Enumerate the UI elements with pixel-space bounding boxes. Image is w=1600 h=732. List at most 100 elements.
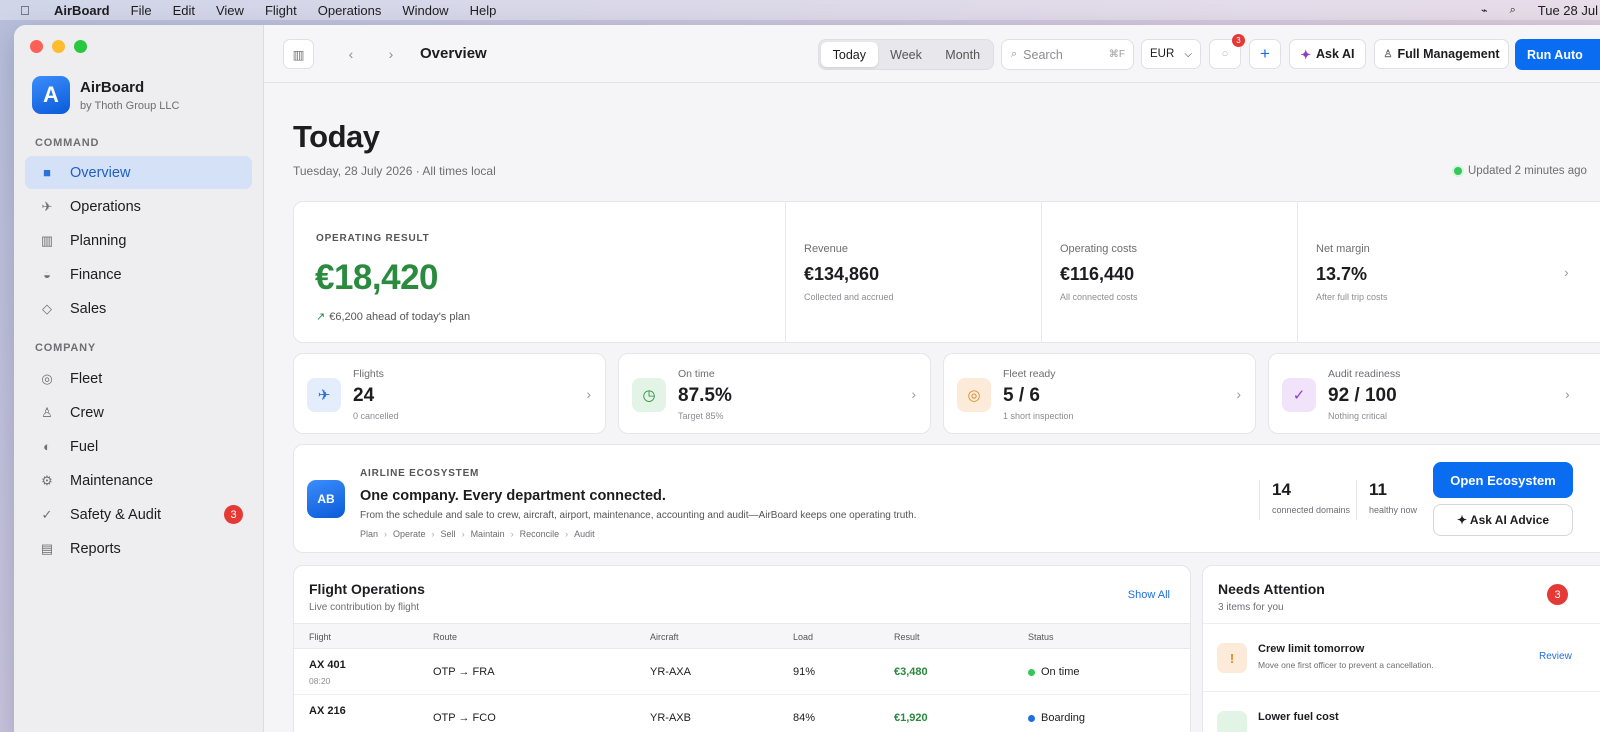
- ecosystem-logo: AB: [307, 480, 345, 518]
- flight-operations-card: Flight Operations Live contribution by f…: [293, 565, 1191, 732]
- show-all-link[interactable]: Show All: [1128, 589, 1170, 601]
- review-link[interactable]: Review: [1539, 651, 1572, 662]
- updated-text: Updated 2 minutes ago: [1468, 165, 1587, 177]
- col-result[interactable]: Result: [894, 632, 920, 642]
- sidebar-item-planning[interactable]: ▥ Planning: [25, 224, 252, 257]
- segment-today[interactable]: Today: [821, 42, 878, 67]
- run-button[interactable]: Run Auto: [1515, 39, 1600, 70]
- notification-count: 3: [1232, 34, 1245, 47]
- toolbar-title: Overview: [420, 45, 487, 62]
- ecosystem-desc: From the schedule and sale to crew, airc…: [360, 510, 917, 521]
- menu-window[interactable]: Window: [402, 3, 448, 18]
- sidebar-item-label: Fuel: [70, 438, 99, 455]
- col-load[interactable]: Load: [793, 632, 813, 642]
- sidebar-item-fuel[interactable]: ◐ Fuel: [25, 430, 252, 463]
- kpi-sub: 1 short inspection: [1003, 411, 1074, 421]
- kpi-value: 92 / 100: [1328, 385, 1397, 406]
- document-icon: ▤: [40, 540, 54, 556]
- main-content: Today Tuesday, 28 July 2026 · All times …: [264, 83, 1600, 732]
- currency-select[interactable]: EUR ⌵: [1141, 39, 1201, 69]
- control-center-icon[interactable]: ⌁: [1481, 4, 1488, 17]
- window-controls: [30, 40, 87, 53]
- menu-view[interactable]: View: [216, 3, 244, 18]
- col-flight[interactable]: Flight: [309, 632, 331, 642]
- sparkle-icon: ✦: [1300, 47, 1312, 62]
- flight-route: OTP → FCO: [433, 712, 496, 724]
- sidebar-item-operations[interactable]: ✈ Operations: [25, 190, 252, 223]
- menu-app[interactable]: AirBoard: [54, 3, 110, 18]
- search-placeholder: Search: [1023, 47, 1063, 62]
- attention-item[interactable]: ! Crew limit tomorrow Move one first off…: [1203, 624, 1600, 692]
- col-aircraft[interactable]: Aircraft: [650, 632, 679, 642]
- plane-icon: ✈: [307, 378, 341, 412]
- menu-operations[interactable]: Operations: [318, 3, 382, 18]
- kpi-sub: Target 85%: [678, 411, 724, 421]
- menu-edit[interactable]: Edit: [173, 3, 195, 18]
- sidebar-item-label: Crew: [70, 404, 104, 421]
- spotlight-icon[interactable]: ⌕: [1510, 4, 1516, 17]
- needs-attention-card: Needs Attention 3 items for you 3 ! Crew…: [1202, 565, 1600, 732]
- kpi-label: Fleet ready: [1003, 368, 1056, 380]
- add-button[interactable]: +: [1249, 39, 1281, 69]
- safety-badge: 3: [224, 505, 243, 524]
- segment-month[interactable]: Month: [934, 42, 991, 67]
- square-icon: ■: [43, 165, 51, 180]
- sidebar-item-sales[interactable]: ◇ Sales: [25, 292, 252, 325]
- result-label: OPERATING RESULT: [316, 233, 430, 244]
- attention-item[interactable]: Lower fuel cost: [1203, 692, 1600, 732]
- sidebar-item-crew[interactable]: ♙ Crew: [25, 396, 252, 429]
- ask-ai-advice-button[interactable]: ✦ Ask AI Advice: [1433, 504, 1573, 536]
- bell-icon: ○: [1221, 48, 1229, 60]
- minimize-window-button[interactable]: [52, 40, 65, 53]
- kpi-label: Flights: [353, 368, 384, 380]
- metric-value: 13.7%: [1316, 264, 1368, 284]
- stat-value: 14: [1272, 480, 1291, 499]
- sidebar-item-label: Planning: [70, 232, 127, 249]
- notifications-button[interactable]: ○ 3: [1209, 34, 1245, 69]
- apple-icon[interactable]: : [20, 3, 34, 18]
- kpi-fleet-ready[interactable]: ◎ Fleet ready 5 / 6 1 short inspection ›: [943, 353, 1256, 434]
- grid-icon: ▥: [40, 232, 54, 248]
- chevron-right-icon: ›: [384, 529, 388, 539]
- sidebar-toggle-button[interactable]: ▥: [283, 39, 314, 69]
- table-row[interactable]: AX 401 08:20 OTP → FRA YR-AXA 91% €3,480…: [294, 649, 1190, 695]
- back-button[interactable]: ‹: [336, 39, 366, 69]
- flight-status: Boarding: [1028, 712, 1085, 724]
- operating-result-card[interactable]: OPERATING RESULT €18,420 ↗ €6,200 ahead o…: [293, 201, 1600, 343]
- full-management-button[interactable]: ♙ Full Management: [1374, 39, 1509, 69]
- ask-ai-button[interactable]: ✦ Ask AI: [1289, 39, 1366, 69]
- kpi-flights[interactable]: ✈ Flights 24 0 cancelled ›: [293, 353, 606, 434]
- sidebar-item-finance[interactable]: ◒ Finance: [25, 258, 252, 291]
- kpi-audit-readiness[interactable]: ✓ Audit readiness 92 / 100 Nothing criti…: [1268, 353, 1600, 434]
- metric-label: Operating costs: [1060, 243, 1138, 255]
- open-ecosystem-button[interactable]: Open Ecosystem: [1433, 462, 1573, 498]
- gear-icon: ⚙: [41, 472, 53, 488]
- menu-help[interactable]: Help: [470, 3, 497, 18]
- search-input[interactable]: ⌕ Search ⌘F: [1001, 39, 1134, 70]
- result-sub-text: €6,200 ahead of today's plan: [329, 311, 471, 323]
- flight-number: AX 216: [309, 705, 346, 717]
- segment-week[interactable]: Week: [878, 42, 935, 67]
- chevron-right-icon: ›: [510, 529, 514, 539]
- sidebar-item-safety-audit[interactable]: ✓ Safety & Audit 3: [25, 498, 252, 531]
- sidebar-item-overview[interactable]: ■ Overview: [25, 156, 252, 189]
- zoom-window-button[interactable]: [74, 40, 87, 53]
- menu-clock[interactable]: Tue 28 Jul: [1538, 3, 1598, 18]
- attention-item-title: Lower fuel cost: [1258, 711, 1339, 723]
- table-row[interactable]: AX 216 OTP → FCO YR-AXB 84% €1,920 Board…: [294, 695, 1190, 732]
- menu-file[interactable]: File: [131, 3, 152, 18]
- kpi-on-time[interactable]: ◷ On time 87.5% Target 85% ›: [618, 353, 931, 434]
- close-window-button[interactable]: [30, 40, 43, 53]
- forward-button[interactable]: ›: [376, 39, 406, 69]
- chevron-right-icon[interactable]: ›: [1564, 264, 1569, 280]
- attention-item-desc: Move one first officer to prevent a canc…: [1258, 660, 1434, 670]
- sidebar-item-maintenance[interactable]: ⚙ Maintenance: [25, 464, 252, 497]
- step-audit: Audit: [574, 529, 595, 539]
- menu-flight[interactable]: Flight: [265, 3, 297, 18]
- sidebar-item-fleet[interactable]: ◎ Fleet: [25, 362, 252, 395]
- col-status[interactable]: Status: [1028, 632, 1054, 642]
- attention-title: Needs Attention: [1218, 581, 1325, 597]
- col-route[interactable]: Route: [433, 632, 457, 642]
- step-maintain: Maintain: [470, 529, 505, 539]
- sidebar-item-reports[interactable]: ▤ Reports: [25, 532, 252, 565]
